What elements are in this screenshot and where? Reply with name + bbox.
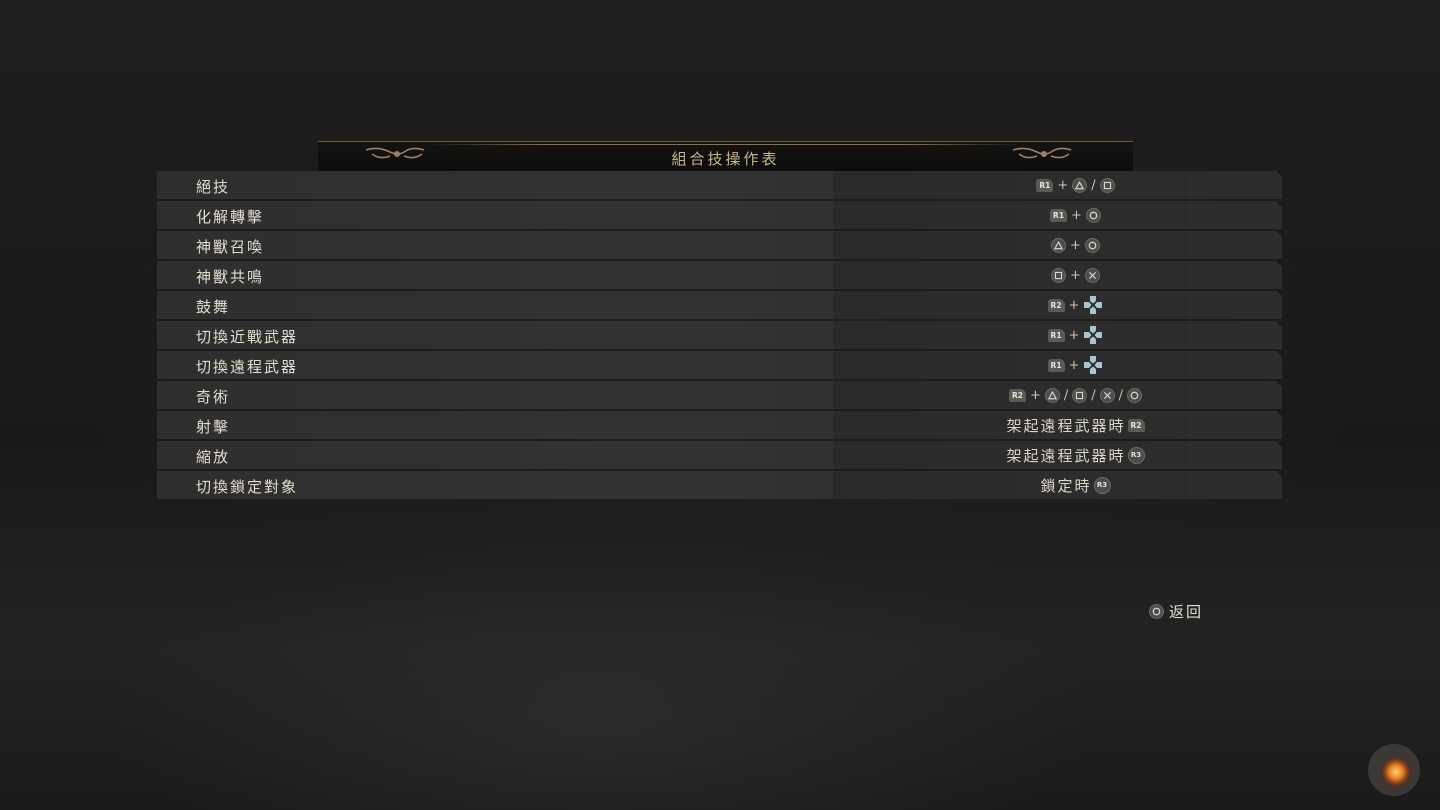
condition-text: 架起遠程武器時 (1006, 416, 1126, 435)
button-combo: 鎖定時 R3 (833, 471, 1318, 499)
circle-icon (1084, 237, 1100, 253)
circle-icon (1085, 207, 1101, 223)
button-combo: R1 + (833, 351, 1318, 379)
button-combo: + (833, 261, 1318, 289)
r1-button-icon: R1 (1050, 208, 1068, 222)
action-label: 切換近戰武器 (196, 328, 299, 346)
back-label: 返回 (1169, 603, 1204, 621)
title-bar: 組合技操作表 (318, 141, 1133, 171)
table-row[interactable]: 鼓舞 R2 + (157, 291, 1282, 319)
action-label: 切換鎖定對象 (196, 478, 299, 496)
triangle-icon (1044, 387, 1060, 403)
action-label: 鼓舞 (196, 298, 231, 316)
r3-button-icon: R3 (1093, 476, 1111, 494)
button-combo: + (833, 231, 1318, 259)
action-label: 神獸召喚 (196, 238, 265, 256)
table-row[interactable]: 奇術 R2 + / / / (157, 381, 1282, 409)
r3-button-icon: R3 (1127, 446, 1145, 464)
table-row[interactable]: 絕技 R1 + / (157, 171, 1282, 199)
action-label: 切換遠程武器 (196, 358, 299, 376)
table-row[interactable]: 切換遠程武器 R1 + (157, 351, 1282, 379)
table-row[interactable]: 射擊 架起遠程武器時 R2 (157, 411, 1282, 439)
plus-separator: + (1057, 177, 1069, 193)
combo-table: 絕技 R1 + / 化解轉擊 R1 + 神獸召喚 + 神獸共鳴 + 鼓舞 R2 + 切換近戰武器 R1 + 切換遠… (157, 171, 1282, 501)
combo-controls-screen: 組合技操作表 絕技 R1 + / 化解轉擊 R1 + 神獸召喚 + 神獸共鳴 + 鼓舞 R2 + 切換近戰武… (0, 0, 1440, 810)
square-icon (1051, 267, 1067, 283)
plus-separator: + (1070, 237, 1081, 253)
r2-button-icon: R2 (1008, 388, 1026, 402)
button-combo: R2 + (833, 291, 1318, 319)
action-label: 化解轉擊 (196, 208, 265, 226)
plus-separator: + (1068, 297, 1080, 313)
circle-icon (1149, 604, 1164, 619)
r1-button-icon: R1 (1036, 178, 1054, 192)
plus-separator: + (1068, 357, 1080, 373)
plus-separator: + (1068, 327, 1080, 343)
condition-text: 架起遠程武器時 (1006, 446, 1126, 465)
triangle-icon (1051, 237, 1067, 253)
button-combo: 架起遠程武器時 R2 (833, 411, 1318, 439)
button-combo: 架起遠程武器時 R3 (833, 441, 1318, 469)
condition-text: 鎖定時 (1040, 476, 1092, 495)
slash-separator: / (1063, 387, 1069, 403)
dpad-icon (1084, 326, 1103, 344)
r1-button-icon: R1 (1047, 328, 1065, 342)
action-label: 神獸共鳴 (196, 268, 265, 286)
triangle-icon (1072, 177, 1088, 193)
circle-icon (1127, 387, 1143, 403)
dpad-icon (1084, 296, 1103, 314)
plus-separator: + (1029, 387, 1041, 403)
button-combo: R1 + / (833, 171, 1318, 199)
button-combo: R1 + (833, 201, 1318, 229)
r1-button-icon: R1 (1047, 358, 1065, 372)
cross-icon (1099, 387, 1115, 403)
r2-button-icon: R2 (1127, 418, 1145, 432)
slash-separator: / (1091, 177, 1096, 193)
action-label: 奇術 (196, 388, 231, 406)
button-combo: R1 + (833, 321, 1318, 349)
slash-separator: / (1091, 387, 1096, 403)
cross-icon (1084, 267, 1100, 283)
square-icon (1099, 177, 1115, 193)
square-icon (1072, 387, 1088, 403)
button-combo: R2 + / / / (833, 381, 1318, 409)
dpad-icon (1084, 356, 1103, 374)
plus-separator: + (1070, 267, 1081, 283)
table-row[interactable]: 神獸共鳴 + (157, 261, 1282, 289)
table-row[interactable]: 縮放 架起遠程武器時 R3 (157, 441, 1282, 469)
table-row[interactable]: 化解轉擊 R1 + (157, 201, 1282, 229)
loading-emblem-icon (1368, 744, 1420, 796)
table-row[interactable]: 切換鎖定對象 鎖定時 R3 (157, 471, 1282, 499)
plus-separator: + (1071, 207, 1082, 223)
title-gold-line (428, 144, 1023, 145)
table-row[interactable]: 切換近戰武器 R1 + (157, 321, 1282, 349)
r2-button-icon: R2 (1047, 298, 1065, 312)
slash-separator: / (1118, 387, 1124, 403)
action-label: 絕技 (196, 178, 231, 196)
table-row[interactable]: 神獸召喚 + (157, 231, 1282, 259)
action-label: 縮放 (196, 448, 231, 466)
action-label: 射擊 (196, 418, 231, 436)
page-title: 組合技操作表 (671, 150, 780, 168)
back-button[interactable]: 返回 (1149, 601, 1203, 622)
